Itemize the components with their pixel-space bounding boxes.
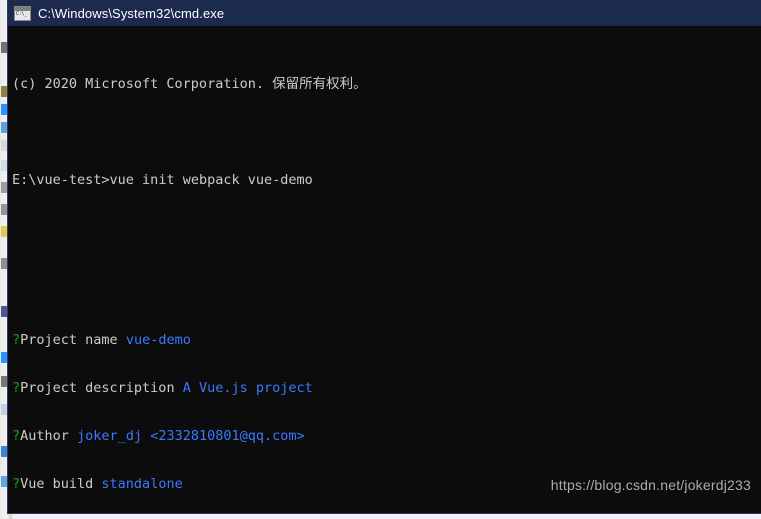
terminal-output-area[interactable]: (c) 2020 Microsoft Corporation. 保留所有权利。 … bbox=[8, 26, 761, 513]
screen: C:\Windows\System32\cmd.exe (c) 2020 Mic… bbox=[0, 0, 761, 519]
question-answer: joker_dj <2332810801@qq.com> bbox=[77, 428, 305, 444]
typed-command: vue init webpack vue-demo bbox=[109, 172, 313, 188]
watermark-text: https://blog.csdn.net/jokerdj233 bbox=[550, 477, 751, 493]
question-label: Project name bbox=[20, 332, 126, 348]
window-title: C:\Windows\System32\cmd.exe bbox=[38, 5, 225, 21]
question-answer: A Vue.js project bbox=[182, 380, 313, 396]
line-blank-3 bbox=[12, 268, 761, 284]
line-copyright: (c) 2020 Microsoft Corporation. 保留所有权利。 bbox=[12, 76, 761, 92]
line-blank-2 bbox=[12, 220, 761, 236]
prompt-row-2: ?Author joker_dj <2332810801@qq.com> bbox=[12, 428, 761, 444]
question-answer: vue-demo bbox=[125, 332, 191, 348]
question-label: Author bbox=[20, 428, 78, 444]
question-marker: ? bbox=[12, 332, 21, 348]
prompt-path: E:\vue-test> bbox=[12, 172, 110, 188]
terminal-lines: (c) 2020 Microsoft Corporation. 保留所有权利。 … bbox=[12, 28, 761, 513]
cmd-window: C:\Windows\System32\cmd.exe (c) 2020 Mic… bbox=[8, 0, 761, 513]
window-titlebar[interactable]: C:\Windows\System32\cmd.exe bbox=[8, 0, 761, 26]
copyright-text: (c) 2020 Microsoft Corporation. 保留所有权利。 bbox=[12, 76, 367, 92]
question-marker: ? bbox=[12, 428, 21, 444]
question-label: Project description bbox=[20, 380, 183, 396]
question-marker: ? bbox=[12, 476, 21, 492]
line-command: E:\vue-test>vue init webpack vue-demo bbox=[12, 172, 761, 188]
question-label: Vue build bbox=[20, 476, 102, 492]
question-marker: ? bbox=[12, 380, 21, 396]
prompt-row-1: ?Project description A Vue.js project bbox=[12, 380, 761, 396]
line-blank-1 bbox=[12, 124, 761, 140]
cmd-console-icon bbox=[14, 5, 31, 21]
question-answer: standalone bbox=[101, 476, 183, 492]
prompt-row-0: ?Project name vue-demo bbox=[12, 332, 761, 348]
